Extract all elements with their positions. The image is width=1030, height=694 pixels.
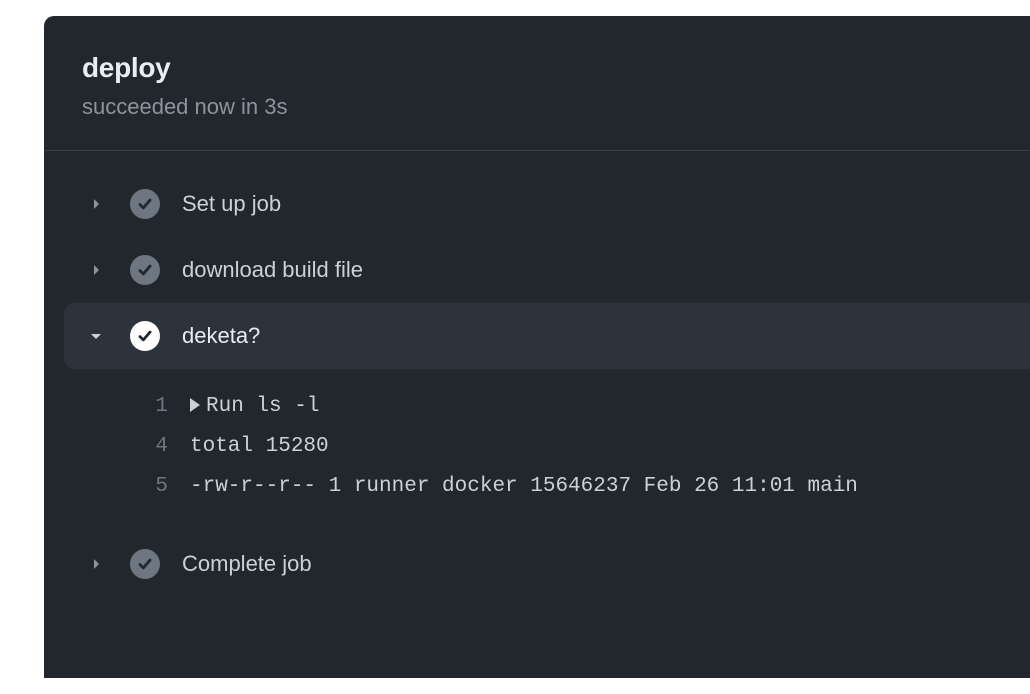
log-text: Run ls -l [206,395,319,418]
job-status-text: succeeded now in 3s [82,94,1030,120]
line-number: 1 [138,387,190,427]
check-circle-icon [130,189,160,219]
job-title: deploy [82,52,1030,84]
log-line: 5 -rw-r--r-- 1 runner docker 15646237 Fe… [138,467,1030,507]
step-row-setup-job[interactable]: Set up job [44,171,1030,237]
log-output: 1 Run ls -l 4 total 15280 5 -rw-r--r-- 1… [44,369,1030,531]
chevron-right-icon [86,260,106,280]
line-number: 4 [138,427,190,467]
line-number: 5 [138,467,190,507]
log-line: 4 total 15280 [138,427,1030,467]
job-panel: deploy succeeded now in 3s Set up job do… [44,16,1030,678]
check-circle-icon [130,549,160,579]
chevron-right-icon [86,554,106,574]
step-label: download build file [182,257,363,283]
step-label: Set up job [182,191,281,217]
step-row-deketa[interactable]: deketa? [64,303,1030,369]
chevron-right-icon [86,194,106,214]
line-content: -rw-r--r-- 1 runner docker 15646237 Feb … [190,467,858,507]
job-header: deploy succeeded now in 3s [44,16,1030,151]
step-list: Set up job download build file deketa? 1 [44,151,1030,597]
triangle-right-icon[interactable] [190,398,200,412]
log-line[interactable]: 1 Run ls -l [138,387,1030,427]
chevron-down-icon [86,326,106,346]
check-circle-icon [130,255,160,285]
check-circle-icon [130,321,160,351]
step-row-complete-job[interactable]: Complete job [44,531,1030,597]
step-label: Complete job [182,551,312,577]
line-content: Run ls -l [190,387,319,427]
step-row-download-build-file[interactable]: download build file [44,237,1030,303]
line-content: total 15280 [190,427,329,467]
step-label: deketa? [182,323,260,349]
